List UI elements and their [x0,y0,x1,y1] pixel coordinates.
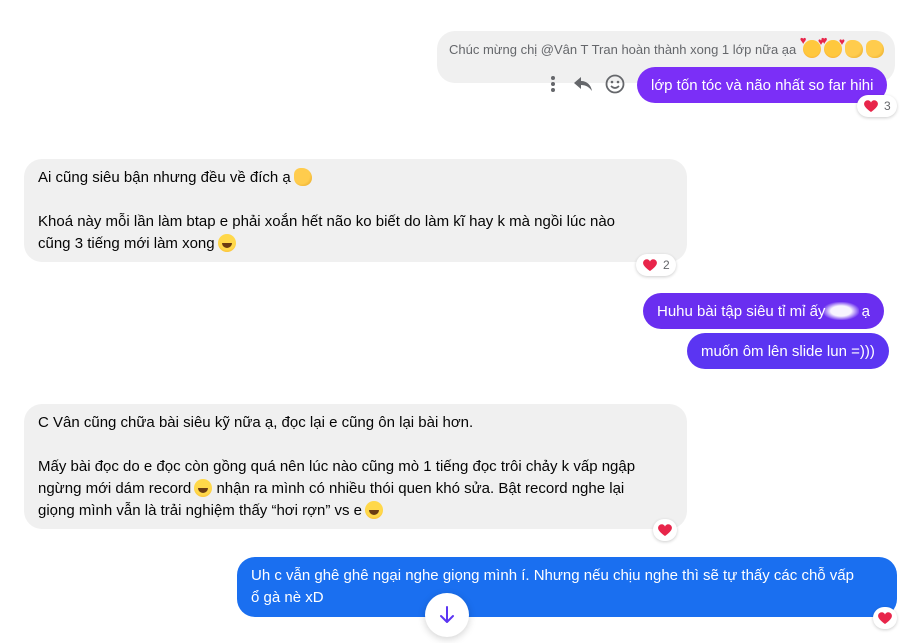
reaction-badge[interactable]: 3 [857,95,897,117]
message-bubble-outgoing[interactable]: Huhu bài tập siêu tỉ mỉ ấy ạ [643,293,884,329]
heart-icon [643,259,657,271]
more-vertical-icon [551,76,555,92]
message-text: lớp tốn tóc và não nhất so far hihi [651,77,874,94]
heart-icon [878,612,892,624]
message-text: Khoá này mỗi lần làm btap e phải xoắn hế… [38,213,616,230]
message-bubble-outgoing[interactable]: Uh c vẫn ghê ghê ngại nghe giọng mình í.… [237,557,897,617]
heart-icon [658,524,672,536]
message-text: nhận ra mình có nhiều thói quen khó sửa.… [216,480,625,497]
message-bubble-incoming[interactable]: Ai cũng siêu bận nhưng đều về đích ạ Kho… [24,159,687,262]
reply-button[interactable] [571,72,595,96]
message-text: ổ gà nè xD [251,589,324,606]
reply-icon [574,77,592,91]
message-text: ạ [861,303,870,320]
arrow-down-icon [440,606,454,623]
redacted-patch [823,302,860,320]
message-text: C Vân cũng chữa bài siêu kỹ nữa ạ, đọc l… [38,414,474,431]
reaction-count: 3 [884,99,891,113]
clap-icon [865,40,884,58]
reaction-badge[interactable]: 2 [636,254,676,276]
scroll-to-bottom-button[interactable] [425,593,469,637]
heart-eyes-icon [821,35,845,58]
message-bubble-outgoing[interactable]: lớp tốn tóc và não nhất so far hihi [637,67,888,103]
reaction-count: 2 [663,258,670,272]
react-button[interactable] [603,72,627,96]
more-options-button[interactable] [541,72,565,96]
message-bubble-incoming[interactable]: C Vân cũng chữa bài siêu kỹ nữa ạ, đọc l… [24,404,687,529]
laughing-icon [365,501,383,519]
reaction-badge[interactable] [653,519,677,541]
message-bubble-outgoing[interactable]: muốn ôm lên slide lun =))) [687,333,889,369]
clap-icon [293,168,312,186]
heart-icon [864,100,878,112]
laughing-icon [217,234,236,252]
message-text: Huhu bài tập siêu tỉ mỉ ấy [657,303,826,320]
message-text: cũng 3 tiếng mới làm xong [38,235,215,252]
reply-preview-text: Chúc mừng chị @Vân T Tran hoàn thành xon… [449,42,797,57]
message-text: Uh c vẫn ghê ghê ngại nghe giọng mình í.… [251,567,854,584]
heart-eyes-icon [800,35,824,58]
laughing-icon [194,479,213,497]
message-text: Ai cũng siêu bận nhưng đều về đích ạ [38,169,291,186]
reaction-badge[interactable] [873,607,897,629]
clap-icon [844,40,863,58]
message-text: Mấy bài đọc do e đọc còn gồng quá nên lú… [38,458,636,475]
message-text: muốn ôm lên slide lun =))) [701,343,875,360]
smiley-icon [605,74,625,94]
message-text: ngừng mới dám record [38,480,192,497]
message-text: giọng mình vẫn là trải nghiệm thấy “hơi … [38,502,362,519]
